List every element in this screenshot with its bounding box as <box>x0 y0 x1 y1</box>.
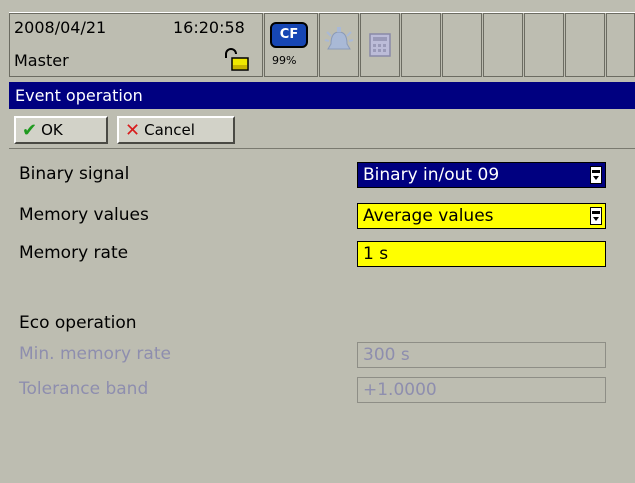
cross-icon: ✕ <box>125 119 141 141</box>
memory-rate-value: 1 s <box>363 244 389 264</box>
cancel-button-label: Cancel <box>144 121 195 139</box>
dropdown-arrow-icon[interactable] <box>590 207 602 225</box>
alarm-cell[interactable] <box>319 13 359 77</box>
tolerance-band-value: +1.0000 <box>363 380 437 400</box>
calculator-icon <box>369 33 391 57</box>
status-box: 2008/04/21 16:20:58 Master <box>9 13 263 77</box>
ok-button[interactable]: ✔ OK <box>14 116 108 144</box>
storage-indicator[interactable]: CF 99% <box>264 13 318 77</box>
min-memory-rate-value: 300 s <box>363 345 410 365</box>
binary-signal-label: Binary signal <box>19 164 130 184</box>
tolerance-band-label: Tolerance band <box>19 379 149 399</box>
ok-button-label: OK <box>41 121 63 139</box>
empty-cell <box>442 13 482 77</box>
empty-cell <box>606 13 635 77</box>
empty-cell <box>401 13 441 77</box>
memory-values-dropdown[interactable]: Average values <box>357 203 606 229</box>
eco-operation-heading: Eco operation <box>19 313 137 333</box>
divider <box>9 148 635 149</box>
checkmark-icon: ✔ <box>22 119 38 141</box>
memory-values-label: Memory values <box>19 205 149 225</box>
cf-card-icon: CF <box>270 22 308 48</box>
binary-signal-value: Binary in/out 09 <box>363 165 500 185</box>
memory-values-value: Average values <box>363 206 494 226</box>
time-display: 16:20:58 <box>173 18 245 37</box>
tolerance-band-input: +1.0000 <box>357 377 606 403</box>
screen: 2008/04/21 16:20:58 Master CF 99% Event … <box>0 0 635 483</box>
calculator-cell[interactable] <box>360 13 400 77</box>
unlocked-padlock-icon[interactable] <box>222 48 250 72</box>
storage-percent: 99% <box>272 54 297 67</box>
min-memory-rate-label: Min. memory rate <box>19 344 171 364</box>
alarm-bell-icon <box>324 27 354 50</box>
empty-cell <box>524 13 564 77</box>
dropdown-arrow-icon[interactable] <box>590 166 602 184</box>
window-title: Event operation <box>9 82 635 109</box>
memory-rate-input[interactable]: 1 s <box>357 241 606 267</box>
status-bar: 2008/04/21 16:20:58 Master CF 99% <box>9 12 635 79</box>
empty-cell <box>483 13 523 77</box>
user-name: Master <box>14 51 69 70</box>
memory-rate-label: Memory rate <box>19 243 129 263</box>
min-memory-rate-input: 300 s <box>357 342 606 368</box>
empty-cell <box>565 13 605 77</box>
binary-signal-dropdown[interactable]: Binary in/out 09 <box>357 162 606 188</box>
date-display: 2008/04/21 <box>14 18 107 37</box>
cancel-button[interactable]: ✕ Cancel <box>117 116 235 144</box>
